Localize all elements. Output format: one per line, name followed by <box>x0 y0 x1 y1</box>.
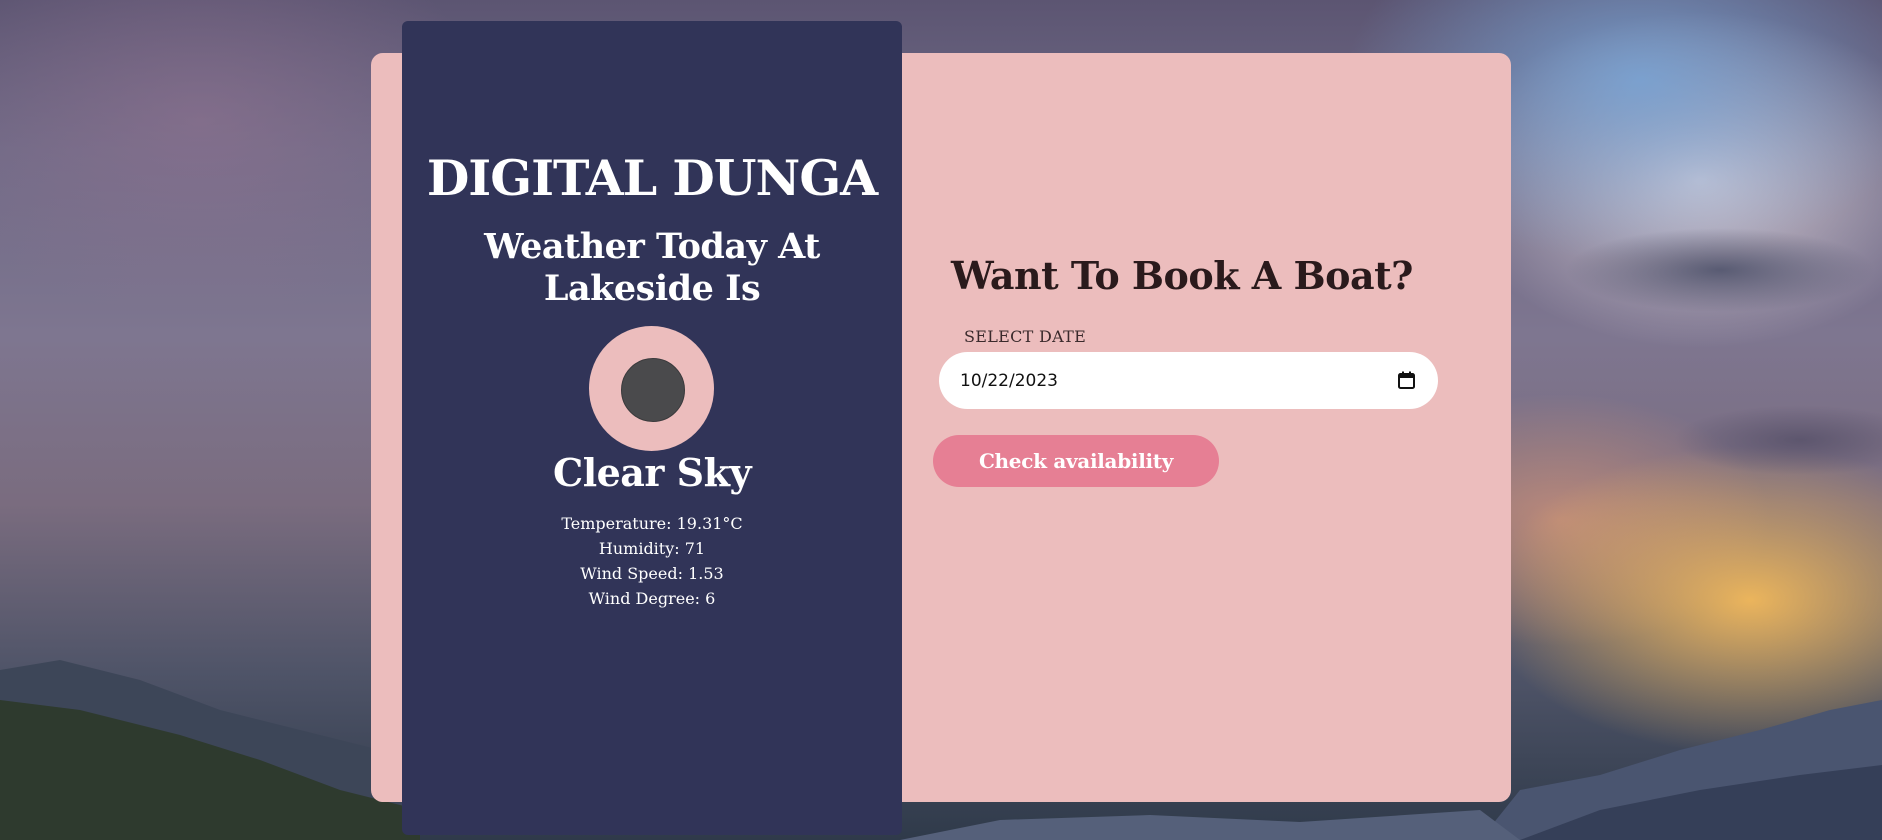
weather-condition: Clear Sky <box>552 450 752 495</box>
date-input[interactable]: 10/22/2023 <box>939 352 1438 409</box>
select-date-label: SELECT DATE <box>964 327 1087 346</box>
booking-title: Want To Book A Boat? <box>951 253 1413 298</box>
check-availability-button[interactable]: Check availability <box>933 435 1219 487</box>
wind-speed-text: Wind Speed: 1.53 <box>580 564 724 583</box>
wind-degree-text: Wind Degree: 6 <box>588 589 716 608</box>
date-input-value: 10/22/2023 <box>960 370 1058 391</box>
weather-panel: DIGITAL DUNGA Weather Today At Lakeside … <box>402 21 902 835</box>
weather-stats: Temperature: 19.31°C Humidity: 71 Wind S… <box>402 511 902 611</box>
weather-heading: Weather Today At Lakeside Is <box>484 226 820 309</box>
brand-title: DIGITAL DUNGA <box>426 149 878 207</box>
weather-condition-icon <box>589 326 714 451</box>
calendar-icon[interactable] <box>1398 371 1415 389</box>
humidity-text: Humidity: 71 <box>598 539 706 558</box>
temperature-text: Temperature: 19.31°C <box>561 514 743 533</box>
weather-icon-image <box>621 358 685 422</box>
